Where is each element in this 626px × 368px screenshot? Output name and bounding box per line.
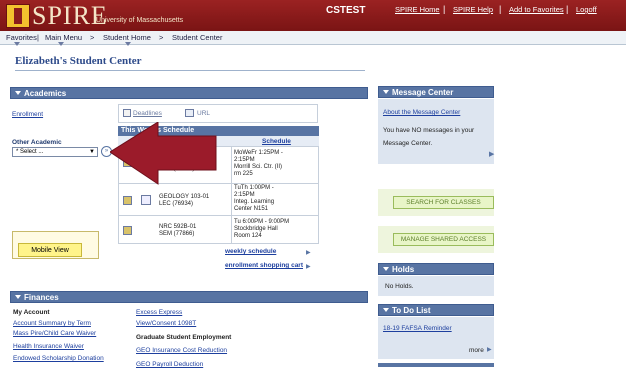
url-icon xyxy=(185,109,194,117)
arrow-right-icon: ▶ xyxy=(487,347,492,353)
spire-brand: SPIRE xyxy=(32,1,108,30)
geo-insurance-link[interactable]: GEO Insurance Cost Reduction xyxy=(136,347,227,354)
holds-title: Holds xyxy=(392,265,415,274)
holds-text: No Holds. xyxy=(385,283,414,290)
class-icon xyxy=(123,226,132,235)
nav-divider: | xyxy=(37,33,39,42)
excess-express-link[interactable]: Excess Express xyxy=(136,309,182,316)
search-for-classes-button[interactable]: SEARCH FOR CLASSES xyxy=(393,196,494,209)
endowed-scholarship-link[interactable]: Endowed Scholarship Donation xyxy=(13,355,104,362)
spire-home-link[interactable]: SPIRE Home xyxy=(395,5,440,14)
pointer-arrow-icon xyxy=(110,122,217,185)
mobile-view-button[interactable]: Mobile View xyxy=(18,243,82,257)
message-center-title: Message Center xyxy=(392,88,454,97)
chevron-down-icon: ▼ xyxy=(89,149,95,155)
nav-breadcrumb: Favorites | Main Menu > Student Home > S… xyxy=(0,31,626,45)
arrow-right-icon: ▶ xyxy=(306,264,311,270)
grad-employment-heading: Graduate Student Employment xyxy=(136,334,232,341)
academics-section-header[interactable]: Academics xyxy=(10,87,368,99)
breadcrumb-separator: > xyxy=(90,33,95,42)
row-divider xyxy=(118,215,319,216)
schedule-column-header[interactable]: Schedule xyxy=(262,138,291,145)
spire-help-link[interactable]: SPIRE Help xyxy=(453,5,493,14)
schedule-cell: MoWeFr 1:25PM - 2:15PM Morrill Sci. Ctr.… xyxy=(234,150,283,177)
arrow-right-icon[interactable]: ▶ xyxy=(489,150,494,158)
collapse-triangle-icon xyxy=(383,267,389,271)
breadcrumb-separator: > xyxy=(159,33,164,42)
book-icon xyxy=(141,195,151,205)
message-center-header[interactable]: Message Center xyxy=(378,86,494,98)
class-icon xyxy=(123,196,132,205)
manage-shared-access-button[interactable]: MANAGE SHARED ACCESS xyxy=(393,233,494,246)
class-cell[interactable]: NRC 592B-01 SEM (77866) xyxy=(159,224,196,238)
nav-student-center[interactable]: Student Center xyxy=(172,33,222,42)
deadlines-link[interactable]: Deadlines xyxy=(133,110,162,117)
fafsa-reminder-link[interactable]: 18-19 FAFSA Reminder xyxy=(383,325,452,332)
other-academic-label: Other Academic xyxy=(12,139,62,146)
title-divider xyxy=(15,70,365,71)
schedule-cell: Tu 6:00PM - 9:00PM Stockbridge Hall Room… xyxy=(234,219,290,239)
finances-title: Finances xyxy=(24,293,59,302)
add-to-favorites-link[interactable]: Add to Favorites xyxy=(509,5,564,14)
nav-favorites[interactable]: Favorites xyxy=(6,33,37,42)
environment-label: CSTEST xyxy=(326,5,366,16)
finances-section-header[interactable]: Finances xyxy=(10,291,368,303)
about-message-center-link[interactable]: About the Message Center xyxy=(383,109,460,116)
message-center-text: You have NO messages in your Message Cen… xyxy=(383,127,475,147)
arrow-right-icon: ▶ xyxy=(306,250,311,256)
calendar-icon xyxy=(123,109,131,117)
enrollment-shopping-cart-link[interactable]: enrollment shopping cart xyxy=(225,262,303,269)
todo-header[interactable]: To Do List xyxy=(378,304,494,316)
header-separator: | xyxy=(499,4,502,14)
header-separator: | xyxy=(566,4,569,14)
other-academic-select[interactable]: * Select ... ▼ xyxy=(12,147,98,157)
academics-title: Academics xyxy=(24,89,67,98)
nav-main-menu[interactable]: Main Menu xyxy=(45,33,82,42)
todo-title: To Do List xyxy=(392,306,431,315)
chevron-down-icon xyxy=(58,42,64,46)
brand-subtitle: University of Massachusetts xyxy=(96,17,184,24)
todo-more-link[interactable]: more xyxy=(469,347,484,354)
header-separator: | xyxy=(443,4,446,14)
collapse-triangle-icon xyxy=(383,90,389,94)
collapse-triangle-icon xyxy=(15,91,21,95)
class-cell[interactable]: GEOLOGY 103-01 LEC (76934) xyxy=(159,194,209,208)
chevron-down-icon xyxy=(14,42,20,46)
collapse-triangle-icon xyxy=(15,295,21,299)
nav-student-home[interactable]: Student Home xyxy=(103,33,151,42)
my-account-heading: My Account xyxy=(13,309,50,316)
health-insurance-waiver-link[interactable]: Health Insurance Waiver xyxy=(13,343,84,350)
collapse-triangle-icon xyxy=(383,308,389,312)
weekly-schedule-link[interactable]: weekly schedule xyxy=(225,248,276,255)
column-divider xyxy=(231,147,232,244)
view-consent-1098t-link[interactable]: View/Consent 1098T xyxy=(136,320,196,327)
account-summary-link[interactable]: Account Summary by Term xyxy=(13,320,91,327)
umass-logo-icon xyxy=(6,4,30,28)
next-section-header xyxy=(378,363,494,367)
child-care-waiver-link[interactable]: Mass Pire/Child Care Waiver xyxy=(13,330,96,337)
schedule-cell: TuTh 1:00PM - 2:15PM Integ. Learning Cen… xyxy=(234,185,275,212)
logoff-link[interactable]: Logoff xyxy=(576,5,597,14)
chevron-down-icon xyxy=(125,42,131,46)
url-label[interactable]: URL xyxy=(197,110,210,117)
enrollment-link[interactable]: Enrollment xyxy=(12,111,43,118)
page-title: Elizabeth's Student Center xyxy=(15,55,142,67)
holds-header[interactable]: Holds xyxy=(378,263,494,275)
select-value: * Select ... xyxy=(16,149,44,155)
